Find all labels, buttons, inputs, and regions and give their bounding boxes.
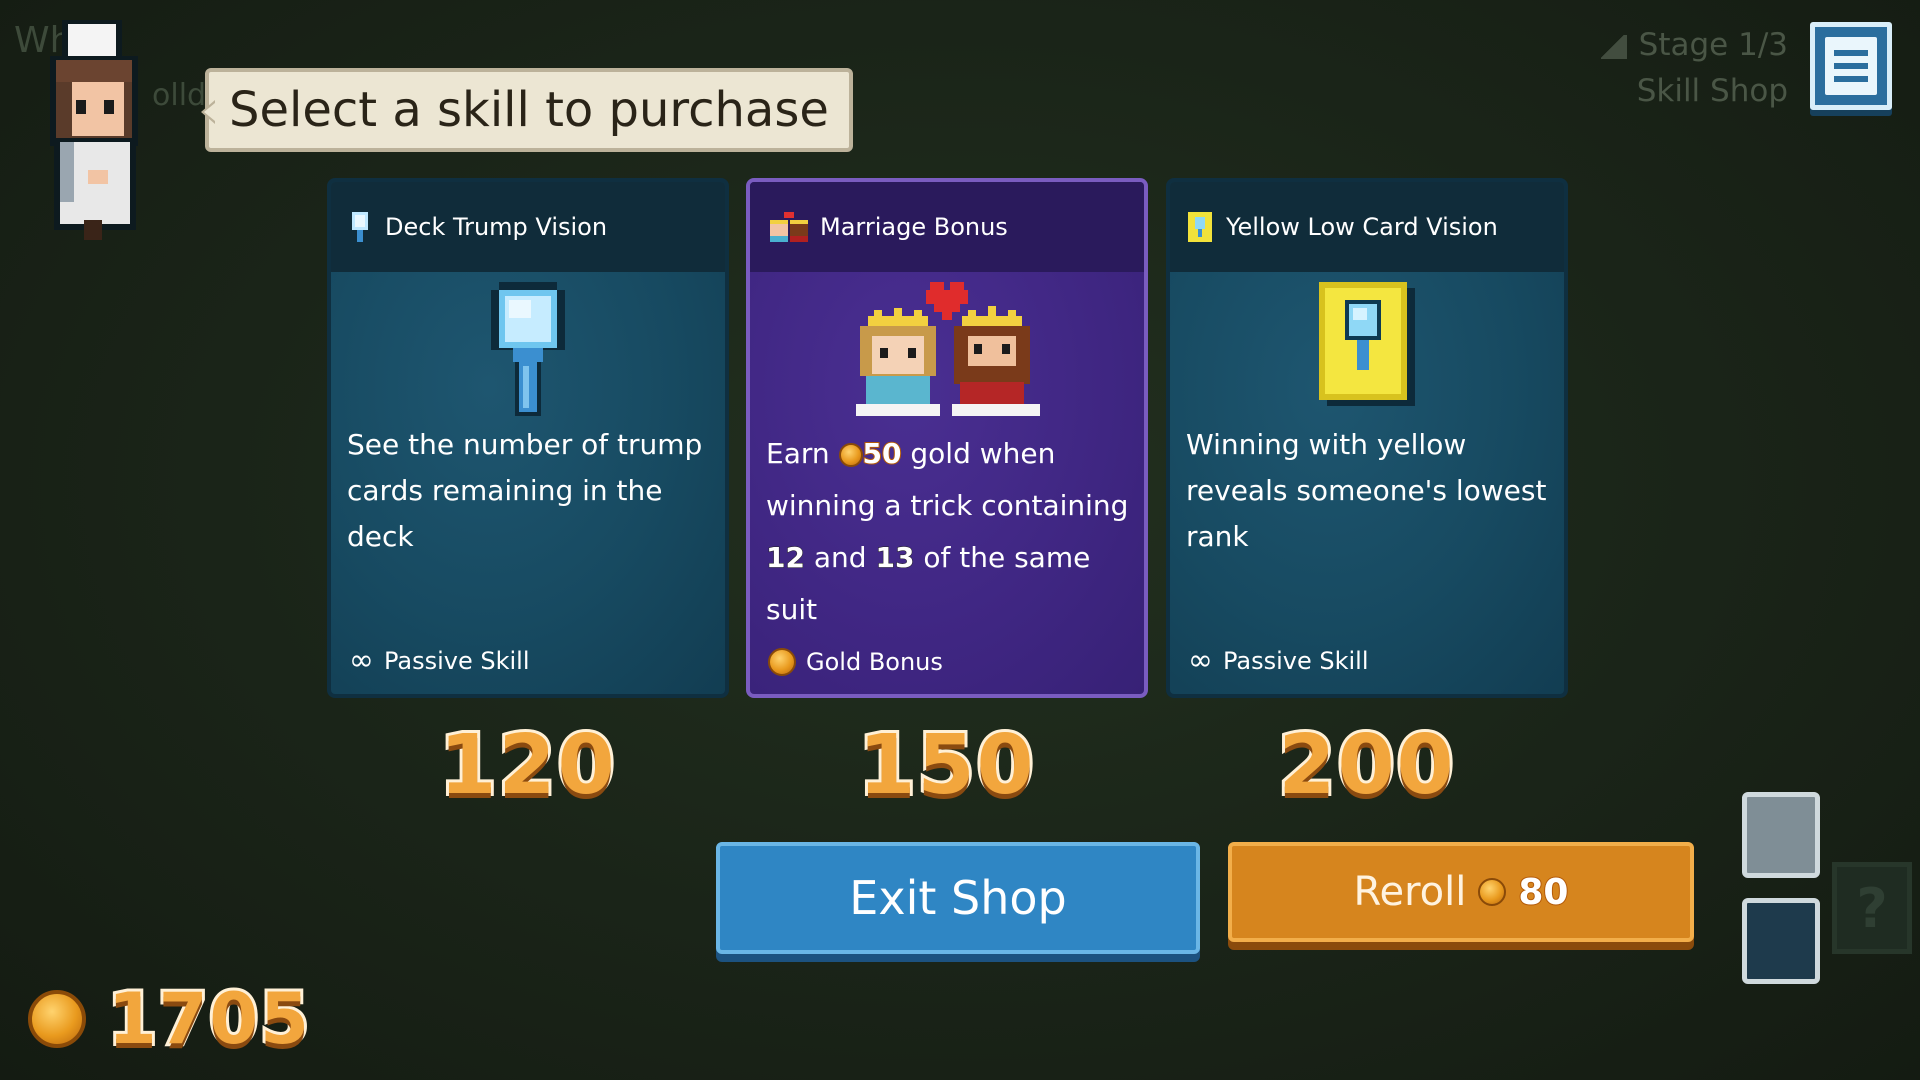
speech-text: Select a skill to purchase <box>229 82 829 138</box>
question-mark-icon: ? <box>1856 876 1888 940</box>
desc-rest1: gold when <box>910 437 1056 470</box>
stage-label: Stage 1/3 <box>1638 27 1788 63</box>
yellow-card-magnifier-icon <box>1188 212 1212 242</box>
location-label: Skill Shop <box>1636 73 1788 109</box>
card-title: Yellow Low Card Vision <box>1226 213 1498 241</box>
price-label: 200 <box>1275 715 1456 816</box>
magnifier-icon <box>491 282 565 416</box>
king-queen-icon <box>856 282 1040 416</box>
reroll-button[interactable]: Reroll 80 <box>1228 842 1694 942</box>
stage-info: Stage 1/3 Skill Shop <box>1600 22 1788 114</box>
rank-13: 13 <box>875 541 915 575</box>
menu-icon <box>1825 37 1877 95</box>
card-header: Deck Trump Vision <box>331 182 725 272</box>
card-header: Marriage Bonus <box>750 182 1144 272</box>
king-queen-icon <box>770 212 808 242</box>
card-art <box>750 282 1144 432</box>
card-description: See the number of trump cards remaining … <box>347 428 703 553</box>
card-footer-label: Passive Skill <box>1223 647 1369 675</box>
coin-icon <box>768 648 796 676</box>
infinity-icon: ∞ <box>349 643 374 678</box>
gold-total-value: 1705 <box>105 975 312 1063</box>
desc-earn: Earn <box>766 437 830 470</box>
mystery-slot: ? <box>1832 862 1912 954</box>
signal-icon <box>1600 34 1627 59</box>
card-footer-label: Gold Bonus <box>806 648 943 676</box>
coin-icon <box>838 443 863 467</box>
reroll-cost: 80 <box>1517 871 1569 914</box>
card-title: Deck Trump Vision <box>385 213 608 241</box>
card-footer: ∞ Passive Skill <box>349 646 530 676</box>
card-title: Marriage Bonus <box>820 213 1008 241</box>
gold-total: 1705 <box>28 975 312 1063</box>
desc-and: and <box>813 541 867 574</box>
skill-card-yellow-low-card-vision[interactable]: Yellow Low Card Vision Winning with yell… <box>1166 178 1568 698</box>
coin-icon <box>28 990 86 1048</box>
price-label: 120 <box>436 715 617 816</box>
coin-icon <box>1478 878 1507 906</box>
card-header: Yellow Low Card Vision <box>1170 182 1564 272</box>
exit-shop-button[interactable]: Exit Shop <box>716 842 1200 954</box>
skill-card-marriage-bonus[interactable]: Marriage Bonus Earn 50 gold when winning… <box>746 178 1148 698</box>
card-footer-label: Passive Skill <box>384 647 530 675</box>
price-label: 150 <box>855 715 1036 816</box>
magnifier-icon <box>352 212 368 242</box>
maid-character <box>50 20 138 240</box>
card-art <box>1170 282 1564 432</box>
card-description: Winning with yellow reveals someone's lo… <box>1186 428 1547 553</box>
speech-bubble: Select a skill to purchase <box>201 68 853 152</box>
card-footer: Gold Bonus <box>768 648 943 676</box>
reroll-label: Reroll <box>1353 869 1467 915</box>
inventory-slot[interactable] <box>1742 898 1820 984</box>
yellow-card-magnifier-icon <box>1319 282 1415 406</box>
menu-button[interactable] <box>1810 22 1892 110</box>
card-description: Earn 50 gold when winning a trick contai… <box>766 428 1130 636</box>
gold-amount: 50 <box>862 436 903 471</box>
rank-12: 12 <box>766 541 806 575</box>
desc-line2: winning a trick containing <box>766 489 1129 522</box>
exit-shop-label: Exit Shop <box>849 871 1067 925</box>
infinity-icon: ∞ <box>1188 643 1213 678</box>
card-art <box>331 282 725 432</box>
skill-card-deck-trump-vision[interactable]: Deck Trump Vision See the number of trum… <box>327 178 729 698</box>
inventory-slot[interactable] <box>1742 792 1820 878</box>
card-footer: ∞ Passive Skill <box>1188 646 1369 676</box>
